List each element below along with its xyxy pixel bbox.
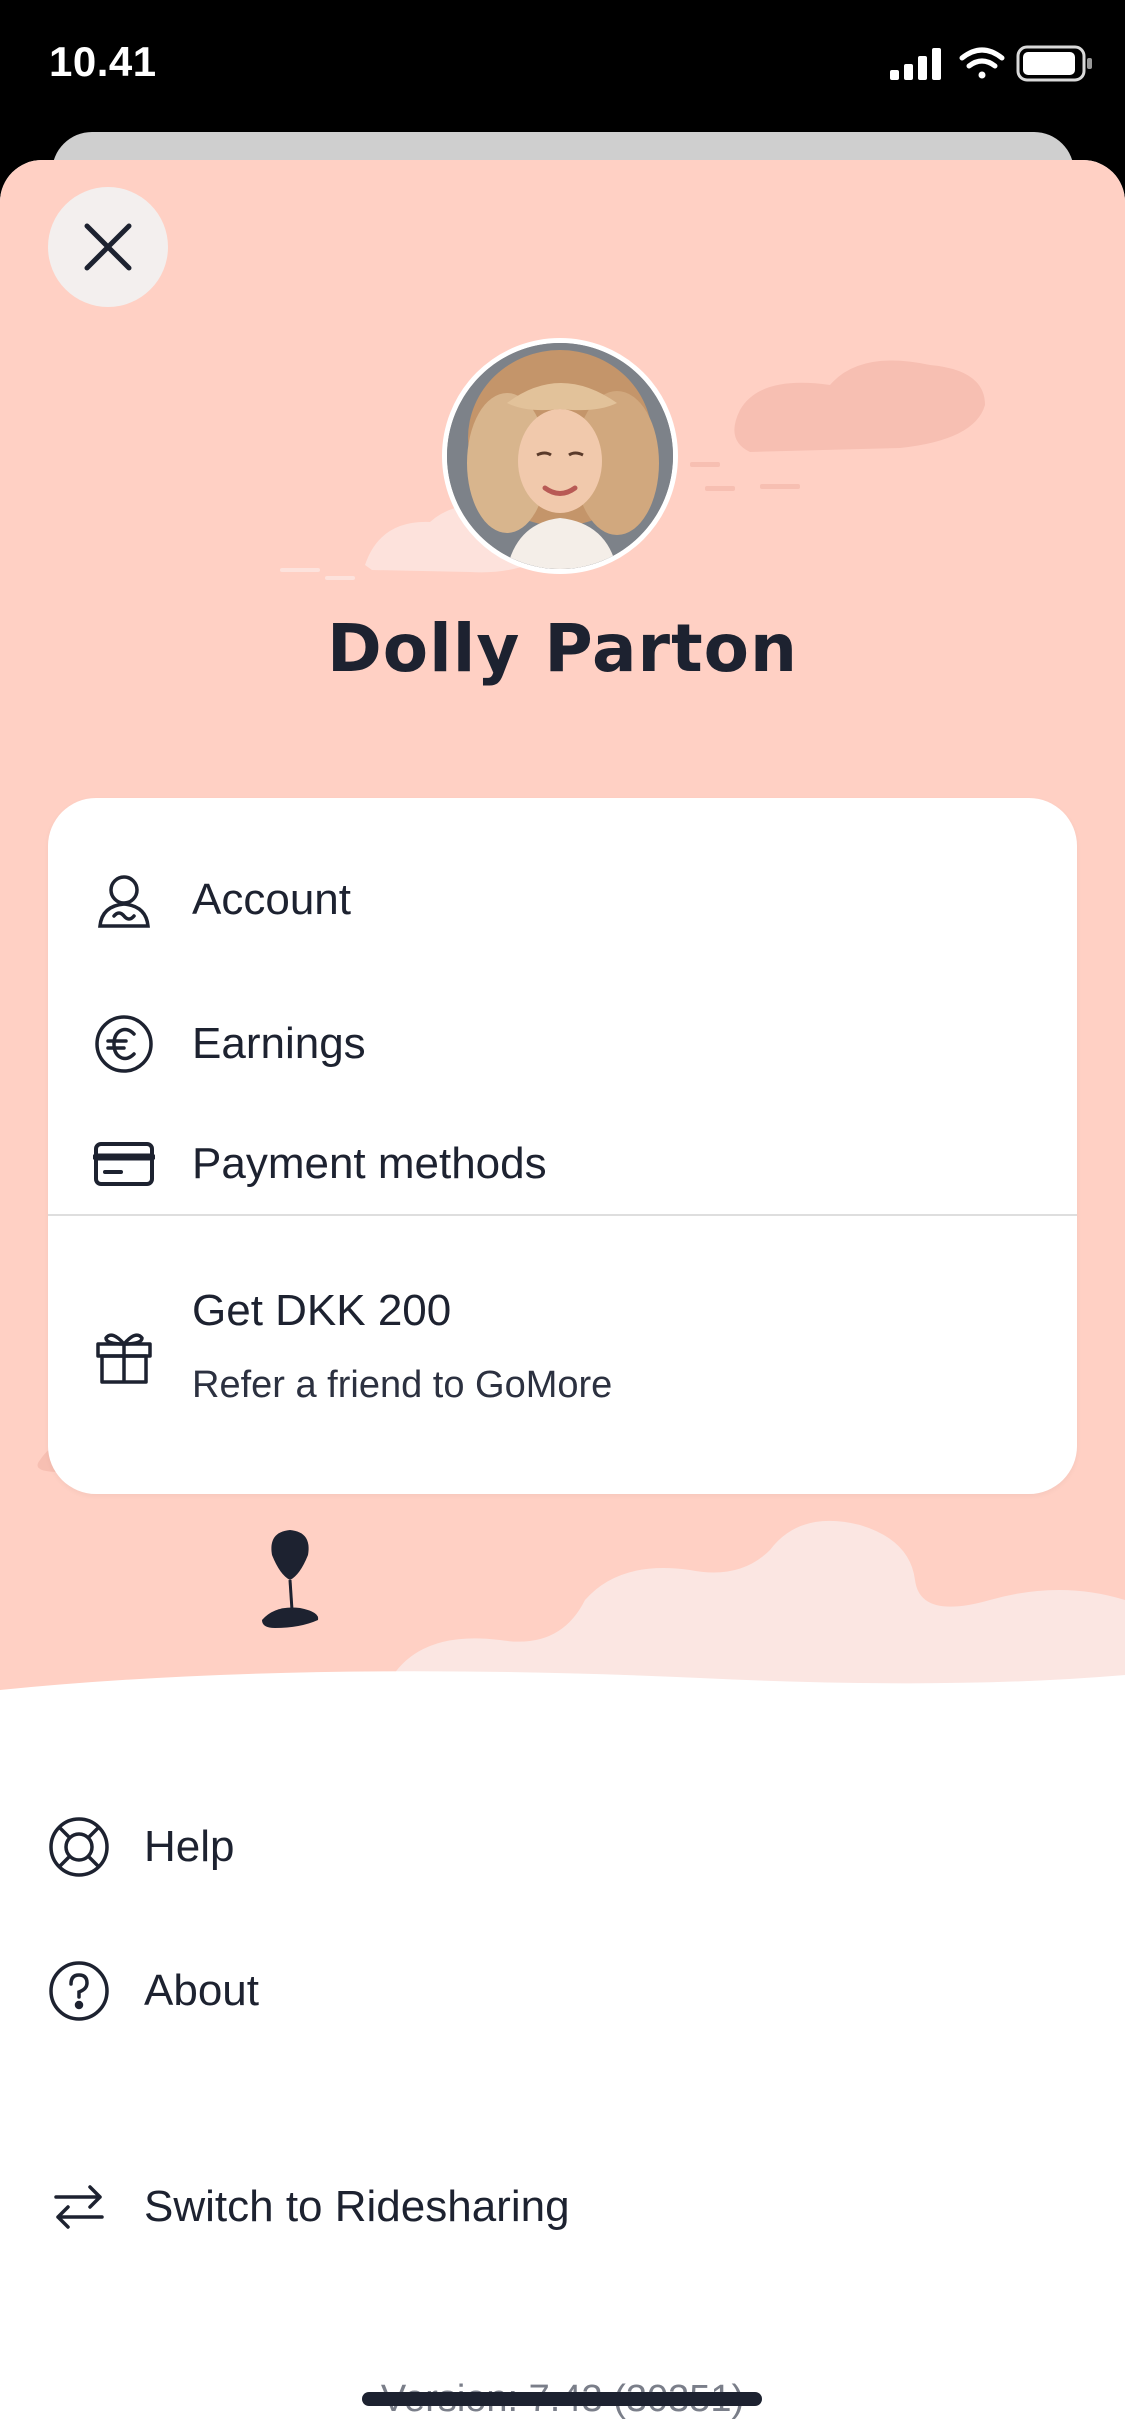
menu-item-about[interactable]: About <box>0 1926 1125 2056</box>
balloon-illustration <box>262 1530 319 1628</box>
menu-item-account[interactable]: Account <box>48 828 1077 972</box>
credit-card-icon <box>92 1132 156 1196</box>
avatar <box>442 338 678 574</box>
signal-icon <box>890 48 941 80</box>
menu-item-label: Earnings <box>192 1019 366 1068</box>
swap-arrows-icon <box>46 2174 112 2240</box>
close-button[interactable] <box>48 187 168 307</box>
question-icon <box>46 1958 112 2024</box>
menu-item-earnings[interactable]: Earnings <box>48 972 1077 1116</box>
referral-title: Get DKK 200 <box>192 1286 452 1335</box>
menu-item-help[interactable]: Help <box>0 1782 1125 1912</box>
profile-sheet: Dolly Parton Account Earnings Payment me… <box>0 160 1125 2436</box>
lifebuoy-icon <box>46 1814 112 1880</box>
cloud-right <box>734 360 985 452</box>
screen: 10.41 Dolly Parton Account Earnings Paym… <box>0 0 1125 2436</box>
user-icon <box>92 868 156 932</box>
avatar-photo <box>447 343 673 569</box>
menu-item-label: Account <box>192 875 351 924</box>
menu-item-switch-ridesharing[interactable]: Switch to Ridesharing <box>0 2142 1125 2272</box>
menu-item-label: About <box>144 1966 259 2015</box>
referral-item[interactable] <box>48 1216 1077 1494</box>
menu-item-payment-methods[interactable]: Payment methods <box>48 1116 1077 1212</box>
battery-icon <box>1016 45 1092 82</box>
menu-item-label: Switch to Ridesharing <box>144 2182 570 2231</box>
menu-item-label: Payment methods <box>192 1139 547 1188</box>
status-bar: 10.41 <box>0 0 1125 135</box>
close-icon <box>84 223 132 271</box>
home-indicator[interactable] <box>362 2392 762 2406</box>
menu-card: Account Earnings Payment methods Get DKK… <box>48 798 1077 1494</box>
referral-subtitle: Refer a friend to GoMore <box>192 1364 613 1406</box>
profile-name: Dolly Parton <box>327 610 798 687</box>
status-time: 10.41 <box>49 38 157 85</box>
euro-icon <box>92 1012 156 1076</box>
menu-item-label: Help <box>144 1822 235 1871</box>
gift-icon <box>92 1324 156 1388</box>
wifi-icon <box>959 47 1005 79</box>
status-icons <box>890 45 1092 82</box>
